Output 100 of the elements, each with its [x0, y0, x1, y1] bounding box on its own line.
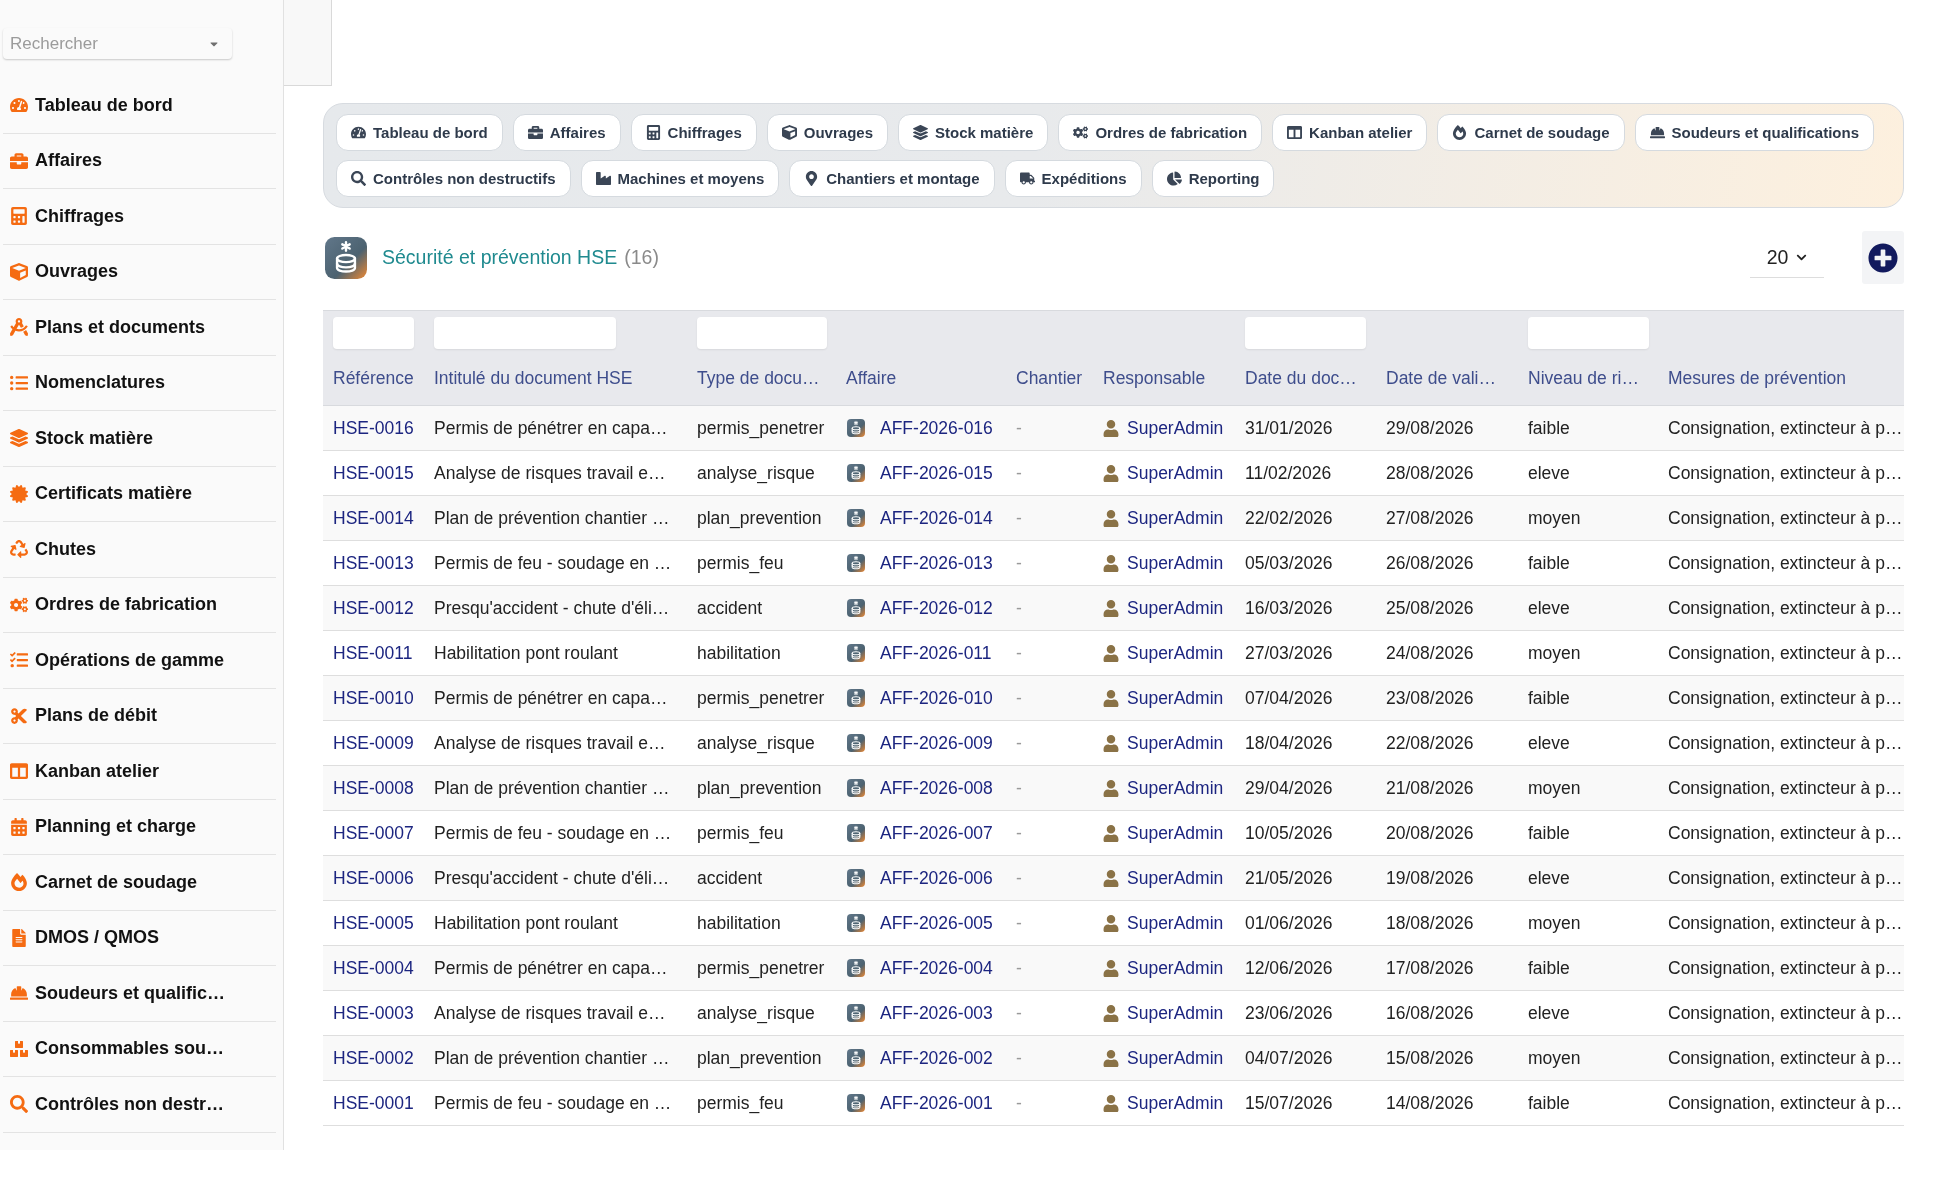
sidebar-item[interactable]: Stock matière — [3, 411, 276, 467]
reference-link[interactable]: HSE-0010 — [333, 687, 414, 709]
sidebar-item[interactable]: Consommables sou… — [3, 1021, 276, 1077]
project-link[interactable]: AFF-2026-001 — [880, 1092, 993, 1114]
sidebar-item[interactable]: Tableau de bord — [3, 78, 276, 134]
reference-link[interactable]: HSE-0004 — [333, 957, 414, 979]
user-link[interactable]: SuperAdmin — [1127, 1047, 1224, 1069]
project-link[interactable]: AFF-2026-015 — [880, 462, 993, 484]
filter-field[interactable] — [434, 317, 616, 349]
user-link[interactable]: SuperAdmin — [1127, 732, 1224, 754]
project-link[interactable]: AFF-2026-009 — [880, 732, 993, 754]
user-link[interactable]: SuperAdmin — [1127, 642, 1224, 664]
reference-link[interactable]: HSE-0008 — [333, 777, 414, 799]
filter-field[interactable] — [697, 317, 827, 349]
project-link[interactable]: AFF-2026-010 — [880, 687, 993, 709]
page-size-select[interactable]: 20 — [1750, 237, 1824, 278]
project-link[interactable]: AFF-2026-012 — [880, 597, 993, 619]
sidebar-item[interactable]: Nomenclatures — [3, 355, 276, 411]
sidebar-item[interactable]: Ouvrages — [3, 244, 276, 300]
reference-link[interactable]: HSE-0014 — [333, 507, 414, 529]
sidebar-item[interactable]: DMOS / QMOS — [3, 910, 276, 966]
filter-field[interactable] — [1528, 317, 1649, 349]
reference-link[interactable]: HSE-0016 — [333, 417, 414, 439]
shortcut-tab[interactable]: Expéditions — [1004, 160, 1142, 197]
project-link[interactable]: AFF-2026-003 — [880, 1002, 993, 1024]
shortcut-tab[interactable]: Ordres de fabrication — [1058, 114, 1263, 151]
column-header[interactable]: Intitulé du document HSE — [434, 368, 633, 389]
sidebar-item[interactable]: Chutes — [3, 522, 276, 578]
user-link[interactable]: SuperAdmin — [1127, 552, 1224, 574]
column-header[interactable]: Type de docu… — [697, 368, 820, 389]
user-link[interactable]: SuperAdmin — [1127, 867, 1224, 889]
reference-link[interactable]: HSE-0005 — [333, 912, 414, 934]
reference-link[interactable]: HSE-0007 — [333, 822, 414, 844]
sidebar-item[interactable]: Soudeurs et qualific… — [3, 966, 276, 1022]
reference-link[interactable]: HSE-0013 — [333, 552, 414, 574]
reference-link[interactable]: HSE-0003 — [333, 1002, 414, 1024]
reference-link[interactable]: HSE-0015 — [333, 462, 414, 484]
project-link[interactable]: AFF-2026-011 — [880, 642, 992, 664]
reference-link[interactable]: HSE-0001 — [333, 1092, 414, 1114]
column-header[interactable]: Référence — [333, 368, 414, 389]
shortcut-tab[interactable]: Ouvrages — [766, 114, 888, 151]
shortcut-tab[interactable]: Chantiers et montage — [789, 160, 995, 197]
filter-field[interactable] — [1245, 317, 1366, 349]
user-link[interactable]: SuperAdmin — [1127, 1092, 1224, 1114]
reference-link[interactable]: HSE-0012 — [333, 597, 414, 619]
sidebar-item[interactable]: Planning et charge — [3, 799, 276, 855]
sidebar-item[interactable]: Affaires — [3, 133, 276, 189]
user-link[interactable]: SuperAdmin — [1127, 417, 1224, 439]
user-link[interactable]: SuperAdmin — [1127, 957, 1224, 979]
column-header[interactable]: Date du doc… — [1245, 368, 1357, 389]
user-link[interactable]: SuperAdmin — [1127, 507, 1224, 529]
project-link[interactable]: AFF-2026-002 — [880, 1047, 993, 1069]
shortcut-tab[interactable]: Contrôles non destructifs — [336, 160, 571, 197]
column-header[interactable]: Date de vali… — [1386, 368, 1496, 389]
shortcut-tab[interactable]: Chiffrages — [630, 114, 757, 151]
project-link[interactable]: AFF-2026-007 — [880, 822, 993, 844]
project-link[interactable]: AFF-2026-014 — [880, 507, 993, 529]
project-link[interactable]: AFF-2026-004 — [880, 957, 993, 979]
reference-link[interactable]: HSE-0011 — [333, 642, 413, 664]
user-link[interactable]: SuperAdmin — [1127, 912, 1224, 934]
shortcut-tab[interactable]: Kanban atelier — [1272, 114, 1428, 151]
project-link[interactable]: AFF-2026-013 — [880, 552, 993, 574]
project-link[interactable]: AFF-2026-006 — [880, 867, 993, 889]
project-link[interactable]: AFF-2026-016 — [880, 417, 993, 439]
sidebar-item[interactable]: Plans et documents — [3, 300, 276, 356]
filter-field[interactable] — [333, 317, 414, 349]
reference-link[interactable]: HSE-0002 — [333, 1047, 414, 1069]
shortcut-tab[interactable]: Stock matière — [898, 114, 1049, 151]
sidebar-item[interactable]: Contrôles non destr… — [3, 1077, 276, 1133]
search-field[interactable]: Rechercher — [10, 28, 208, 59]
user-link[interactable]: SuperAdmin — [1127, 1002, 1224, 1024]
sidebar-item[interactable]: Certificats matière — [3, 466, 276, 522]
sidebar-item[interactable]: Kanban atelier — [3, 744, 276, 800]
sidebar-item[interactable]: Opérations de gamme — [3, 633, 276, 689]
column-header[interactable]: Affaire — [846, 368, 897, 389]
project-link[interactable]: AFF-2026-005 — [880, 912, 993, 934]
table-cell: - — [1016, 912, 1022, 934]
shortcut-tab[interactable]: Soudeurs et qualifications — [1634, 114, 1875, 151]
column-header[interactable]: Chantier — [1016, 368, 1083, 389]
shortcut-tab[interactable]: Carnet de soudage — [1437, 114, 1625, 151]
user-link[interactable]: SuperAdmin — [1127, 822, 1224, 844]
shortcut-tab[interactable]: Affaires — [512, 114, 621, 151]
column-header[interactable]: Mesures de prévention — [1668, 368, 1847, 389]
reference-link[interactable]: HSE-0006 — [333, 867, 414, 889]
reference-link[interactable]: HSE-0009 — [333, 732, 414, 754]
sidebar-item[interactable]: Carnet de soudage — [3, 855, 276, 911]
user-link[interactable]: SuperAdmin — [1127, 462, 1224, 484]
sidebar-item[interactable]: Ordres de fabrication — [3, 577, 276, 633]
project-link[interactable]: AFF-2026-008 — [880, 777, 993, 799]
add-button[interactable] — [1862, 231, 1904, 284]
shortcut-tab[interactable]: Reporting — [1151, 160, 1275, 197]
sidebar-item[interactable]: Plans de débit — [3, 688, 276, 744]
column-header[interactable]: Niveau de ri… — [1528, 368, 1639, 389]
shortcut-tab[interactable]: Machines et moyens — [580, 160, 780, 197]
user-link[interactable]: SuperAdmin — [1127, 777, 1224, 799]
user-link[interactable]: SuperAdmin — [1127, 687, 1224, 709]
sidebar-item[interactable]: Chiffrages — [3, 189, 276, 245]
column-header[interactable]: Responsable — [1103, 368, 1206, 389]
user-link[interactable]: SuperAdmin — [1127, 597, 1224, 619]
shortcut-tab[interactable]: Tableau de bord — [336, 114, 503, 151]
